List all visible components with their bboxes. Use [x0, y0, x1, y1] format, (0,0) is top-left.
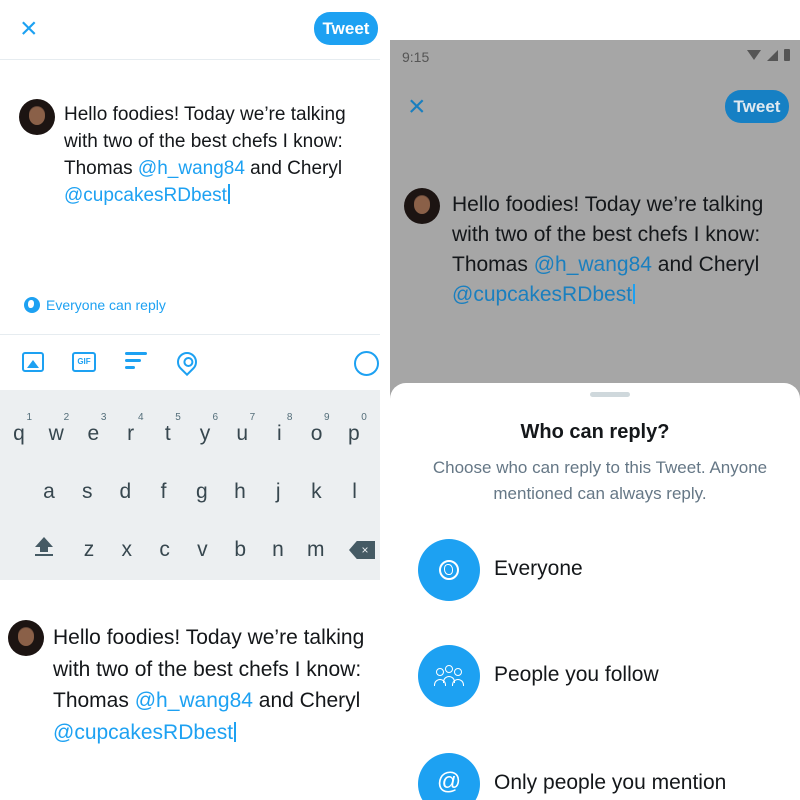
status-bar: 9:15 [390, 40, 800, 72]
text-cursor [234, 721, 237, 742]
status-time: 9:15 [402, 49, 430, 65]
key-l[interactable]: l [340, 480, 370, 504]
gif-icon[interactable]: GIF [72, 352, 96, 372]
tweet-preview: Hello foodies! Today we’re talking with … [0, 580, 390, 800]
tweet-compose-text: Hello foodies! Today we’re talking with … [452, 190, 792, 310]
at-icon: @ [436, 768, 462, 795]
mention-link: @cupcakesRDbest [64, 185, 227, 206]
compose-text: and Cheryl [651, 253, 760, 276]
key-w[interactable]: w2 [41, 412, 71, 446]
battery-icon [784, 49, 790, 61]
option-people-you-follow[interactable]: People you follow [418, 645, 788, 707]
key-hint: 5 [175, 412, 181, 423]
key-d[interactable]: d [110, 480, 140, 504]
poll-icon[interactable] [125, 352, 147, 374]
key-r[interactable]: r4 [116, 412, 146, 446]
phone-reply-settings: 9:15 × Tweet Hello foodies! Today we’re … [390, 0, 800, 800]
globe-icon [24, 297, 40, 313]
sheet-description: Choose who can reply to this Tweet. Anyo… [432, 458, 768, 503]
key-b[interactable]: b [225, 538, 255, 562]
sheet-title: Who can reply? [520, 421, 670, 443]
signal-icon [767, 49, 778, 61]
text-cursor [227, 184, 230, 204]
key-h[interactable]: h [225, 480, 255, 504]
key-s[interactable]: s [72, 480, 102, 504]
option-icon-circle [418, 539, 480, 601]
composer-top-bar: × Tweet [0, 0, 380, 60]
key-u[interactable]: u7 [227, 412, 257, 446]
key-m[interactable]: m [301, 538, 331, 562]
key-e[interactable]: e3 [78, 412, 108, 446]
key-o[interactable]: o9 [302, 412, 332, 446]
composer-panel: × Tweet Hello foodies! Today we’re talki… [0, 0, 380, 580]
tweet-button[interactable]: Tweet [725, 90, 789, 123]
wifi-icon [747, 50, 761, 60]
mention-link: @cupcakesRDbest [452, 283, 633, 306]
key-hint: 9 [324, 412, 330, 423]
globe-icon [439, 560, 459, 580]
compose-text: and Cheryl [244, 158, 343, 179]
key-hint: 2 [63, 412, 70, 423]
key-z[interactable]: z [74, 538, 104, 562]
avatar [19, 99, 55, 135]
key-hint: 3 [100, 412, 107, 423]
reply-setting-button[interactable]: Everyone can reply [24, 297, 166, 313]
key-hint: 8 [286, 412, 293, 423]
option-everyone[interactable]: Everyone [418, 539, 788, 601]
key-c[interactable]: c [150, 538, 180, 562]
option-icon-circle: @ [418, 753, 480, 800]
key-v[interactable]: v [187, 538, 217, 562]
option-only-people-you-mention[interactable]: @ Only people you mention [418, 753, 788, 800]
close-icon[interactable]: × [408, 92, 426, 122]
location-icon[interactable] [172, 347, 202, 377]
key-y[interactable]: y6 [190, 412, 220, 446]
avatar [8, 620, 44, 656]
key-g[interactable]: g [187, 480, 217, 504]
sheet-drag-handle[interactable] [590, 392, 630, 397]
option-label: Only people you mention [494, 771, 727, 794]
key-hint: 7 [249, 412, 256, 423]
key-n[interactable]: n [263, 538, 293, 562]
key-k[interactable]: k [301, 480, 331, 504]
key-f[interactable]: f [149, 480, 179, 504]
reply-setting-label: Everyone can reply [46, 297, 166, 313]
image-icon[interactable] [22, 352, 44, 372]
tweet-compose-text[interactable]: Hello foodies! Today we’re talking with … [64, 101, 374, 209]
close-icon[interactable]: × [20, 14, 38, 44]
key-p[interactable]: p0 [339, 412, 369, 446]
backspace-key[interactable]: × [349, 541, 375, 559]
character-counter [354, 351, 379, 376]
on-screen-keyboard: q1w2e3r4t5y6u7i8o9p0 asdfghjkl zxcvbnm × [0, 390, 380, 580]
key-a[interactable]: a [34, 480, 64, 504]
mention-link: @h_wang84 [137, 158, 245, 179]
key-j[interactable]: j [263, 480, 293, 504]
key-hint: 4 [138, 412, 144, 423]
key-hint: 6 [212, 412, 218, 423]
option-label: People you follow [494, 663, 659, 686]
composer-toolbar: GIF [0, 334, 380, 390]
key-q[interactable]: q1 [4, 412, 34, 446]
reply-settings-sheet: Who can reply? Choose who can reply to t… [390, 383, 800, 800]
mention-link: @cupcakesRDbest [53, 720, 234, 744]
phone-screen: 9:15 × Tweet Hello foodies! Today we’re … [390, 40, 800, 800]
tweet-button[interactable]: Tweet [314, 12, 378, 45]
key-t[interactable]: t5 [153, 412, 183, 446]
key-hint: 0 [361, 412, 367, 423]
avatar [404, 188, 440, 224]
key-x[interactable]: x [112, 538, 142, 562]
mention-link: @h_wang84 [134, 689, 253, 712]
shift-key[interactable] [35, 537, 53, 556]
tweet-preview-text: Hello foodies! Today we’re talking with … [53, 622, 383, 748]
people-icon [434, 665, 464, 687]
option-icon-circle [418, 645, 480, 707]
key-i[interactable]: i8 [264, 412, 294, 446]
compose-text: and Cheryl [252, 689, 361, 712]
text-cursor [633, 284, 636, 304]
option-label: Everyone [494, 557, 583, 580]
mention-link: @h_wang84 [533, 253, 652, 276]
key-hint: 1 [26, 412, 32, 423]
